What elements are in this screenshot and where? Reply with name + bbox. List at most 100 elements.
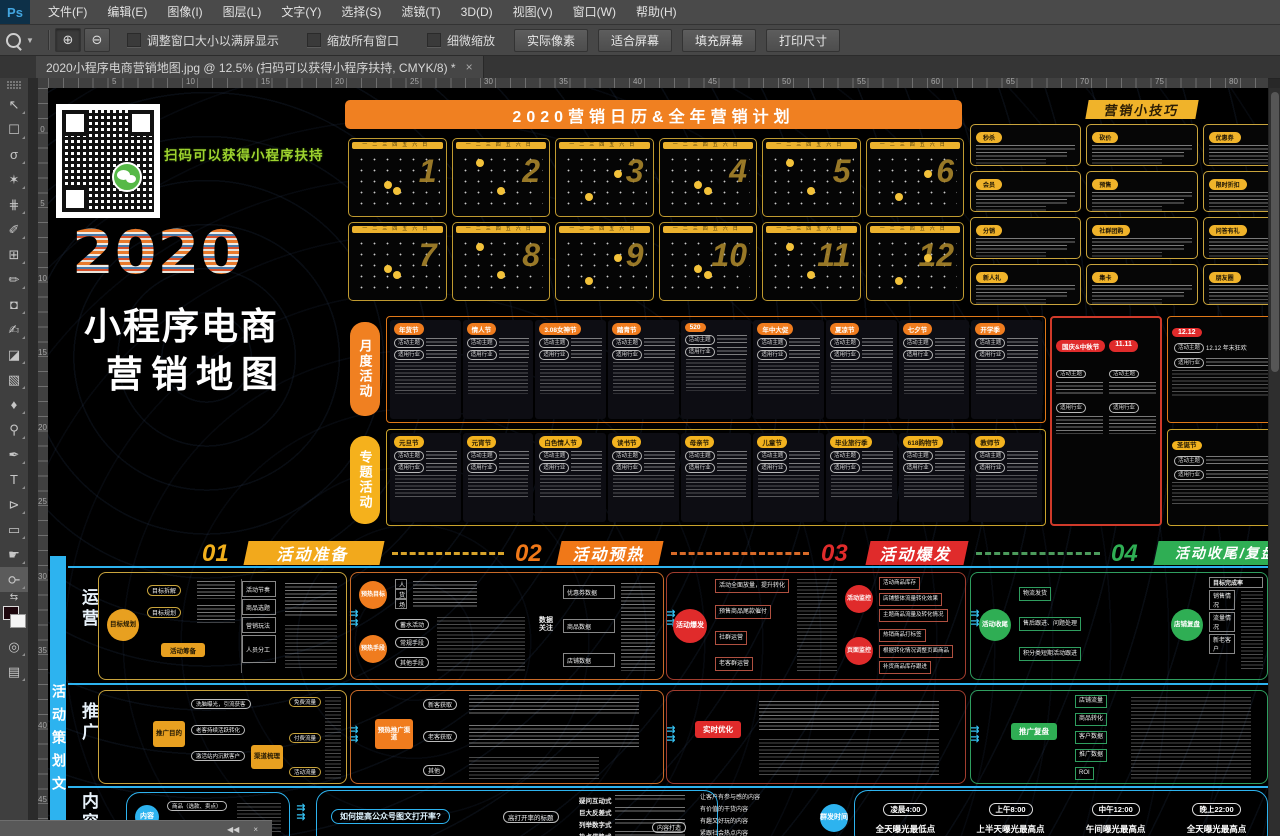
festival-name: 母亲节	[685, 436, 715, 448]
document-tab-bar: 2020小程序电商营销地图.jpg @ 12.5% (扫码可以获得小程序扶持, …	[0, 56, 1280, 79]
festival-name: 踏青节	[612, 323, 642, 335]
menu-item[interactable]: 帮助(H)	[626, 0, 687, 24]
special-activity-card: 儿童节 活动主题 适用行业	[753, 433, 824, 522]
menu-item[interactable]: 文字(Y)	[271, 0, 331, 24]
clone-stamp-tool-icon[interactable]: ◘	[0, 292, 28, 317]
menu-item[interactable]: 编辑(E)	[97, 0, 157, 24]
industry-tag: 适用行业	[539, 350, 569, 360]
panel-gap	[28, 78, 38, 836]
hand-tool-icon[interactable]: ☛	[0, 542, 28, 567]
menu-item[interactable]: 滤镜(T)	[391, 0, 450, 24]
zoom-out-button[interactable]: ⊖	[84, 28, 110, 52]
gradient-tool-icon[interactable]: ▧	[0, 367, 28, 392]
document-title: 2020小程序电商营销地图.jpg @ 12.5% (扫码可以获得小程序扶持, …	[46, 59, 456, 76]
swap-colors-icon[interactable]: ⇆	[0, 592, 28, 604]
activity-monitor-node: 活动监控	[845, 585, 873, 613]
screen-mode-icon[interactable]: ▤	[0, 659, 28, 684]
zoom-tool-icon[interactable]: ⚲	[0, 567, 28, 592]
scrubby-zoom-checkbox[interactable]: 细微缩放	[427, 32, 495, 49]
calendar-header: 2020营销日历&全年营销计划	[345, 100, 962, 129]
path-select-tool-icon[interactable]: ⊳	[0, 492, 28, 517]
type-tool-icon[interactable]: T	[0, 467, 28, 492]
divider	[48, 30, 49, 50]
close-icon[interactable]: ×	[466, 60, 473, 74]
menu-item[interactable]: 文件(F)	[38, 0, 97, 24]
magic-wand-tool-icon[interactable]: ✶	[0, 167, 28, 192]
healing-brush-tool-icon[interactable]: ⊞	[0, 242, 28, 267]
eraser-tool-icon[interactable]: ◪	[0, 342, 28, 367]
panel-grip[interactable]	[6, 80, 22, 90]
highlight-date-dot	[497, 187, 505, 195]
resize-windows-checkbox[interactable]: 调整窗口大小以满屏显示	[127, 32, 279, 49]
menu-item[interactable]: 视图(V)	[503, 0, 563, 24]
lasso-tool-icon[interactable]: σ	[0, 142, 28, 167]
menu-item[interactable]: 窗口(W)	[563, 0, 626, 24]
history-brush-tool-icon[interactable]: ✍	[0, 317, 28, 342]
theme-tag: 活动主题	[539, 338, 569, 348]
goal-plan-node: 目标规划	[107, 609, 139, 641]
brush-tool-icon[interactable]: ✏	[0, 267, 28, 292]
phase1-number: 01	[202, 540, 229, 568]
theme-tag: 活动主题	[685, 335, 715, 345]
fit-screen-button[interactable]: 适合屏幕	[598, 29, 672, 52]
tip-card: 朋友圈	[1203, 264, 1268, 306]
menu-item[interactable]: 选择(S)	[331, 0, 391, 24]
double11-badge: 11.11	[1109, 340, 1138, 352]
warmup-goal-node: 预热目标	[359, 581, 387, 609]
monthly-activity-card: 七夕节 活动主题 适用行业	[899, 320, 970, 419]
weekday-strip: 一二三四五六日	[352, 142, 443, 149]
collapse-icon[interactable]: ◀◀	[227, 825, 239, 834]
double12-card: 12.12 活动主题 12.12 年末狂欢 适用行业	[1167, 316, 1268, 423]
row-divider	[68, 786, 1268, 788]
festival-name: 520	[685, 323, 706, 332]
special-activity-card: 毕业旅行季 活动主题 适用行业	[826, 433, 897, 522]
pen-tool-icon[interactable]: ✒	[0, 442, 28, 467]
festival-name: 读书节	[612, 436, 642, 448]
menu-item[interactable]: 图层(L)	[213, 0, 272, 24]
monthly-activity-card: 年货节 活动主题 适用行业	[390, 320, 461, 419]
marquee-tool-icon[interactable]: ☐	[0, 117, 28, 142]
industry-tag: 适用行业	[612, 350, 642, 360]
weekday-strip: 一二三四五六日	[559, 226, 650, 233]
month-number: 7	[419, 237, 437, 274]
menu-item[interactable]: 图像(I)	[157, 0, 212, 24]
document-tab[interactable]: 2020小程序电商营销地图.jpg @ 12.5% (扫码可以获得小程序扶持, …	[36, 56, 484, 78]
minimized-window-bar[interactable]: ◀◀ ×	[0, 820, 272, 836]
zoom-tool-indicator[interactable]: ▼	[6, 33, 34, 48]
move-tool-icon[interactable]: ↖	[0, 92, 28, 117]
theme-tag: 活动主题	[830, 451, 860, 461]
weekday-strip: 一二三四五六日	[663, 142, 754, 149]
month-calendar-card: 一二三四五六日 3	[555, 138, 654, 217]
photoshop-window: Ps 文件(F) 编辑(E) 图像(I) 图层(L) 文字(Y) 选择(S) 滤…	[0, 0, 1280, 836]
crop-tool-icon[interactable]: ⋕	[0, 192, 28, 217]
quick-mask-icon[interactable]: ◎	[0, 634, 28, 659]
theme-tag: 活动主题	[612, 338, 642, 348]
tip-label: 新人礼	[976, 272, 1008, 283]
dodge-tool-icon[interactable]: ⚲	[0, 417, 28, 442]
zoom-in-button[interactable]: ⊕	[55, 28, 81, 52]
vertical-scrollbar[interactable]	[1268, 88, 1280, 836]
blur-tool-icon[interactable]: ♦	[0, 392, 28, 417]
menu-item[interactable]: 3D(D)	[451, 0, 503, 24]
shape-tool-icon[interactable]: ▭	[0, 517, 28, 542]
print-size-button[interactable]: 打印尺寸	[766, 29, 840, 52]
background-color-swatch[interactable]	[10, 614, 26, 628]
industry-tag: 适用行业	[830, 350, 860, 360]
christmas-card: 圣诞节 活动主题 适用行业	[1167, 429, 1268, 526]
tip-card: 会员	[970, 171, 1081, 213]
timeline-time: 晚上22:00	[1192, 803, 1240, 816]
theme-tag: 活动主题	[394, 451, 424, 461]
poster-title-line1: 小程序电商	[84, 296, 279, 350]
month-number: 3	[626, 153, 644, 190]
document-canvas[interactable]: 扫码可以获得小程序扶持 2020 小程序电商 营销地图 2020营销日历&全年营…	[48, 88, 1268, 836]
highlight-date-dot	[704, 271, 712, 279]
actual-pixels-button[interactable]: 实际像素	[514, 29, 588, 52]
fill-screen-button[interactable]: 填充屏幕	[682, 29, 756, 52]
monthly-activity-card: 3.08女神节 活动主题 适用行业	[535, 320, 606, 419]
options-bar: ▼ ⊕ ⊖ 调整窗口大小以满屏显示 缩放所有窗口 细微缩放 实际像素 适合屏幕 …	[0, 25, 1280, 56]
eyedropper-tool-icon[interactable]: ✐	[0, 217, 28, 242]
color-swatches[interactable]	[0, 604, 28, 634]
zoom-all-windows-checkbox[interactable]: 缩放所有窗口	[307, 32, 399, 49]
close-icon[interactable]: ×	[253, 825, 258, 834]
scrollbar-thumb[interactable]	[1271, 92, 1279, 372]
